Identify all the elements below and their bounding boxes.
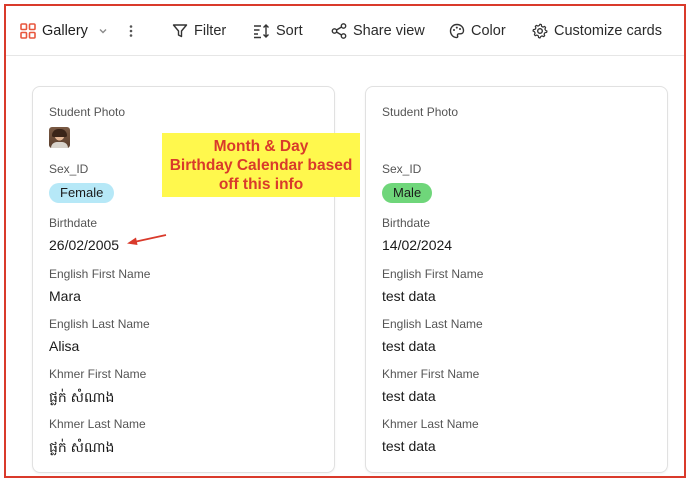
student-photo-label: Student Photo [382, 105, 459, 119]
sex-badge: Female [49, 183, 115, 203]
palette-icon [449, 23, 465, 39]
screenshot-frame: Gallery Filter Sort Share view Color Cus… [4, 4, 686, 478]
khmer-first-name-label: Khmer First Name [49, 367, 147, 381]
gallery-content: Student Photo Sex_ID Female Birthdate 26… [6, 57, 684, 476]
customize-cards-button[interactable]: Customize cards [532, 6, 662, 56]
english-last-name-value: Alisa [49, 338, 80, 354]
student-photo-label: Student Photo [49, 105, 126, 119]
english-last-name-value: test data [382, 338, 436, 354]
sort-icon [254, 24, 269, 39]
annotation-line-2: Birthday Calendar based [169, 157, 353, 174]
share-view-label: Share view [353, 23, 425, 39]
gear-icon [532, 23, 548, 39]
gallery-view-selector[interactable]: Gallery [20, 6, 108, 56]
color-button[interactable]: Color [449, 6, 506, 56]
birthdate-label: Birthdate [49, 216, 98, 230]
share-icon [331, 23, 347, 39]
english-first-name-value: Mara [49, 288, 81, 304]
khmer-first-name-value: ផ្លក់ សំណាង [49, 389, 115, 405]
sort-button[interactable]: Sort [253, 6, 303, 56]
share-view-button[interactable]: Share view [331, 6, 425, 56]
annotation-callout: Month & Day Birthday Calendar based off … [162, 133, 360, 197]
khmer-last-name-value: test data [382, 438, 436, 454]
gallery-icon [20, 23, 36, 39]
sort-label: Sort [276, 23, 303, 39]
filter-icon [172, 24, 188, 38]
customize-cards-label: Customize cards [554, 23, 662, 39]
english-first-name-value: test data [382, 288, 436, 304]
english-first-name-label: English First Name [382, 267, 484, 281]
view-toolbar: Gallery Filter Sort Share view Color Cus… [6, 6, 684, 56]
khmer-last-name-label: Khmer Last Name [382, 417, 479, 431]
gallery-label: Gallery [42, 23, 88, 39]
khmer-first-name-label: Khmer First Name [382, 367, 480, 381]
birthdate-label: Birthdate [382, 216, 431, 230]
khmer-first-name-value: test data [382, 388, 436, 404]
annotation-line-3: off this info [218, 176, 304, 193]
record-card[interactable]: Student Photo Sex_ID Male Birthdate 14/0… [365, 86, 668, 473]
filter-button[interactable]: Filter [172, 6, 226, 56]
sex-id-label: Sex_ID [49, 162, 89, 176]
student-photo-thumbnail[interactable] [49, 127, 70, 148]
sex-id-label: Sex_ID [382, 162, 422, 176]
khmer-last-name-label: Khmer Last Name [49, 417, 146, 431]
english-last-name-label: English Last Name [382, 317, 483, 331]
khmer-last-name-value: ផ្លក់ សំណាង [49, 439, 115, 455]
annotation-line-1: Month & Day [213, 138, 309, 155]
birthdate-value: 26/02/2005 [49, 237, 120, 253]
sex-badge: Male [382, 183, 433, 203]
more-options-button[interactable] [128, 6, 134, 56]
english-last-name-label: English Last Name [49, 317, 150, 331]
filter-label: Filter [194, 23, 227, 39]
vertical-dots-icon [129, 25, 133, 37]
chevron-down-icon [99, 29, 107, 34]
color-label: Color [471, 23, 506, 39]
english-first-name-label: English First Name [49, 267, 151, 281]
birthdate-value: 14/02/2024 [382, 237, 453, 253]
